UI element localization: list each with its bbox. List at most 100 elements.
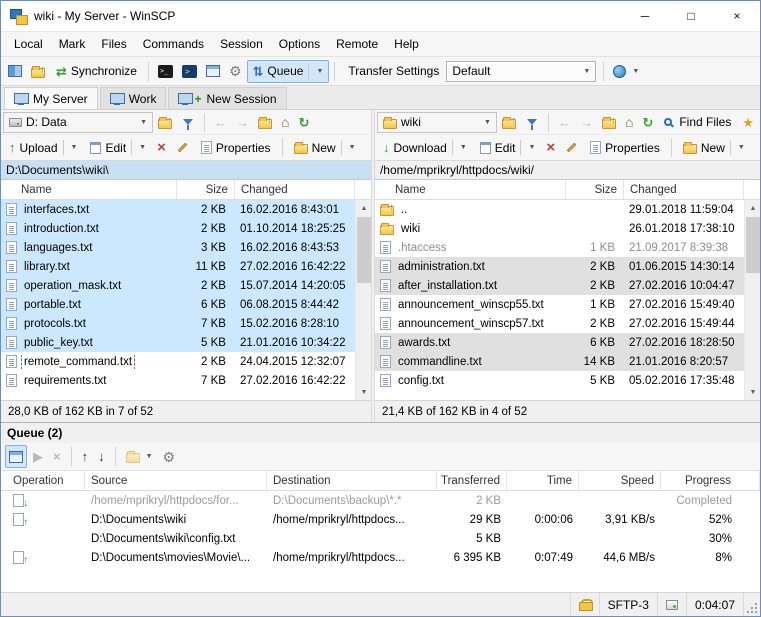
home-button[interactable]: ⌂ (621, 111, 637, 134)
refresh-button[interactable]: ↻ (638, 111, 657, 134)
file-row[interactable]: remote_command.txt2 KB24.04.2015 12:32:0… (1, 352, 371, 371)
menu-local[interactable]: Local (6, 34, 51, 54)
edit-button[interactable]: Edit ▼ (84, 136, 152, 159)
queue-toggle-button[interactable]: ⇅ Queue ▼ (247, 60, 330, 83)
queue-row[interactable]: D:\Documents\wiki\config.txt5 KB30% (1, 529, 760, 548)
local-path-bar[interactable]: D:\Documents\wiki\ (1, 160, 371, 180)
column-header-size[interactable]: Size (566, 180, 624, 199)
home-button[interactable]: ⌂ (277, 111, 293, 134)
file-row[interactable]: after_installation.txt2 KB27.02.2016 10:… (375, 276, 760, 295)
properties-button[interactable]: Properties (584, 136, 666, 159)
move-up-button[interactable]: ↑ (78, 445, 93, 468)
file-row[interactable]: announcement_winscp55.txt1 KB27.02.2016 … (375, 295, 760, 314)
forward-button[interactable]: → (576, 111, 597, 134)
process-queue-button[interactable]: ▶ (29, 445, 47, 468)
rename-button[interactable] (171, 136, 194, 159)
queue-row[interactable]: /home/mprikryl/httpdocs/for...D:\Documen… (1, 491, 760, 510)
file-row[interactable]: wiki26.01.2018 17:38:10 (375, 219, 760, 238)
scrollbar-thumb[interactable] (357, 217, 371, 283)
column-header-destination[interactable]: Destination (267, 471, 437, 490)
back-button[interactable]: ← (554, 111, 575, 134)
chevron-down-icon[interactable]: ▼ (71, 144, 78, 151)
menu-remote[interactable]: Remote (328, 34, 386, 54)
scrollbar-thumb[interactable] (746, 217, 760, 273)
chevron-down-icon[interactable]: ▼ (460, 144, 467, 151)
remote-directory-combo[interactable]: wiki ▼ (377, 112, 497, 133)
resize-grip[interactable] (744, 593, 760, 616)
security-segment[interactable] (571, 593, 600, 616)
column-header-source[interactable]: Source (85, 471, 267, 490)
file-row[interactable]: commandline.txt14 KB21.01.2016 8:20:57 (375, 352, 760, 371)
remote-scrollbar[interactable]: ▲ ▼ (744, 200, 760, 400)
tab-new-session[interactable]: + New Session (168, 87, 286, 109)
file-row[interactable]: operation_mask.txt2 KB15.07.2014 14:20:0… (1, 276, 371, 295)
file-row[interactable]: .htaccess1 KB21.09.2017 8:39:38 (375, 238, 760, 257)
minimize-button[interactable]: ─ (622, 1, 668, 31)
tab-work[interactable]: Work (100, 87, 167, 109)
queue-row[interactable]: D:\Documents\movies\Movie\.../home/mprik… (1, 548, 760, 567)
upload-button[interactable]: ↑ Upload ▼ (3, 136, 83, 159)
column-header-transferred[interactable]: Transferred (437, 471, 507, 490)
column-header-progress[interactable]: Progress (661, 471, 760, 490)
close-button[interactable]: × (714, 1, 760, 31)
file-row[interactable]: announcement_winscp57.txt2 KB27.02.2016 … (375, 314, 760, 333)
chevron-down-icon[interactable]: ▼ (349, 144, 356, 151)
transfer-settings-combo[interactable]: Default ▼ (446, 61, 596, 82)
scroll-down-icon[interactable]: ▼ (745, 384, 760, 400)
file-row[interactable]: administration.txt2 KB01.06.2015 14:30:1… (375, 257, 760, 276)
rename-button[interactable] (560, 136, 583, 159)
file-row[interactable]: languages.txt3 KB16.02.2016 8:43:53 (1, 238, 371, 257)
file-row[interactable]: portable.txt6 KB06.08.2015 8:44:42 (1, 295, 371, 314)
menu-files[interactable]: Files (93, 34, 134, 54)
open-directory-button[interactable] (498, 111, 520, 134)
file-row[interactable]: awards.txt6 KB27.02.2016 18:28:50 (375, 333, 760, 352)
session-color-button[interactable]: ▼ (609, 60, 643, 83)
file-row[interactable]: introduction.txt2 KB01.10.2014 18:25:25 (1, 219, 371, 238)
scroll-up-icon[interactable]: ▲ (745, 200, 760, 216)
queue-preferences-button[interactable]: ⚙ (159, 445, 180, 468)
synchronize-browsing-button[interactable] (27, 60, 49, 83)
scroll-up-icon[interactable]: ▲ (356, 200, 371, 216)
synchronize-button[interactable]: ⇄ Synchronize (50, 60, 143, 83)
chevron-down-icon[interactable]: ▼ (528, 144, 535, 151)
column-header-operation[interactable]: Operation (1, 471, 85, 490)
column-header-changed[interactable]: Changed (235, 180, 355, 199)
show-queue-button[interactable] (5, 445, 27, 468)
tab-my-server[interactable]: My Server (4, 87, 98, 109)
parent-directory-button[interactable] (598, 111, 620, 134)
delete-button[interactable]: × (542, 136, 559, 159)
file-row[interactable]: public_key.txt5 KB21.01.2016 10:34:22 (1, 333, 371, 352)
menu-options[interactable]: Options (271, 34, 328, 54)
file-row[interactable]: requirements.txt7 KB27.02.2016 16:42:22 (1, 371, 371, 390)
putty-button[interactable] (178, 60, 201, 83)
local-scrollbar[interactable]: ▲ ▼ (355, 200, 371, 400)
console-button[interactable] (154, 60, 177, 83)
column-header-time[interactable]: Time (507, 471, 579, 490)
file-row[interactable]: library.txt11 KB27.02.2016 16:42:22 (1, 257, 371, 276)
remote-path-bar[interactable]: /home/mprikryl/httpdocs/wiki/ (375, 160, 760, 180)
filter-button[interactable] (521, 111, 543, 134)
delete-button[interactable]: × (153, 136, 170, 159)
queue-row[interactable]: D:\Documents\wiki/home/mprikryl/httpdocs… (1, 510, 760, 529)
menu-help[interactable]: Help (386, 34, 427, 54)
back-button[interactable]: ← (210, 111, 231, 134)
file-row[interactable]: protocols.txt7 KB15.02.2016 8:28:10 (1, 314, 371, 333)
column-header-name[interactable]: Name (375, 180, 566, 199)
find-files-button[interactable]: Find Files (658, 111, 737, 134)
menu-session[interactable]: Session (212, 34, 271, 54)
properties-button[interactable]: Properties (195, 136, 277, 159)
edit-button[interactable]: Edit ▼ (474, 136, 542, 159)
chevron-down-icon[interactable]: ▼ (316, 68, 323, 75)
file-row[interactable]: config.txt5 KB05.02.2016 17:35:48 (375, 371, 760, 390)
column-header-speed[interactable]: Speed (579, 471, 661, 490)
refresh-button[interactable]: ↻ (294, 111, 313, 134)
column-header-changed[interactable]: Changed (624, 180, 744, 199)
chevron-down-icon[interactable]: ▼ (738, 144, 745, 151)
new-button[interactable]: New ▼ (288, 136, 362, 159)
drive-combo[interactable]: D: Data ▼ (3, 112, 153, 133)
download-button[interactable]: ↓ Download ▼ (377, 136, 473, 159)
file-row[interactable]: ..29.01.2018 11:59:04 (375, 200, 760, 219)
scroll-down-icon[interactable]: ▼ (356, 384, 371, 400)
keep-up-to-date-button[interactable] (4, 60, 26, 83)
new-button[interactable]: New ▼ (677, 136, 751, 159)
